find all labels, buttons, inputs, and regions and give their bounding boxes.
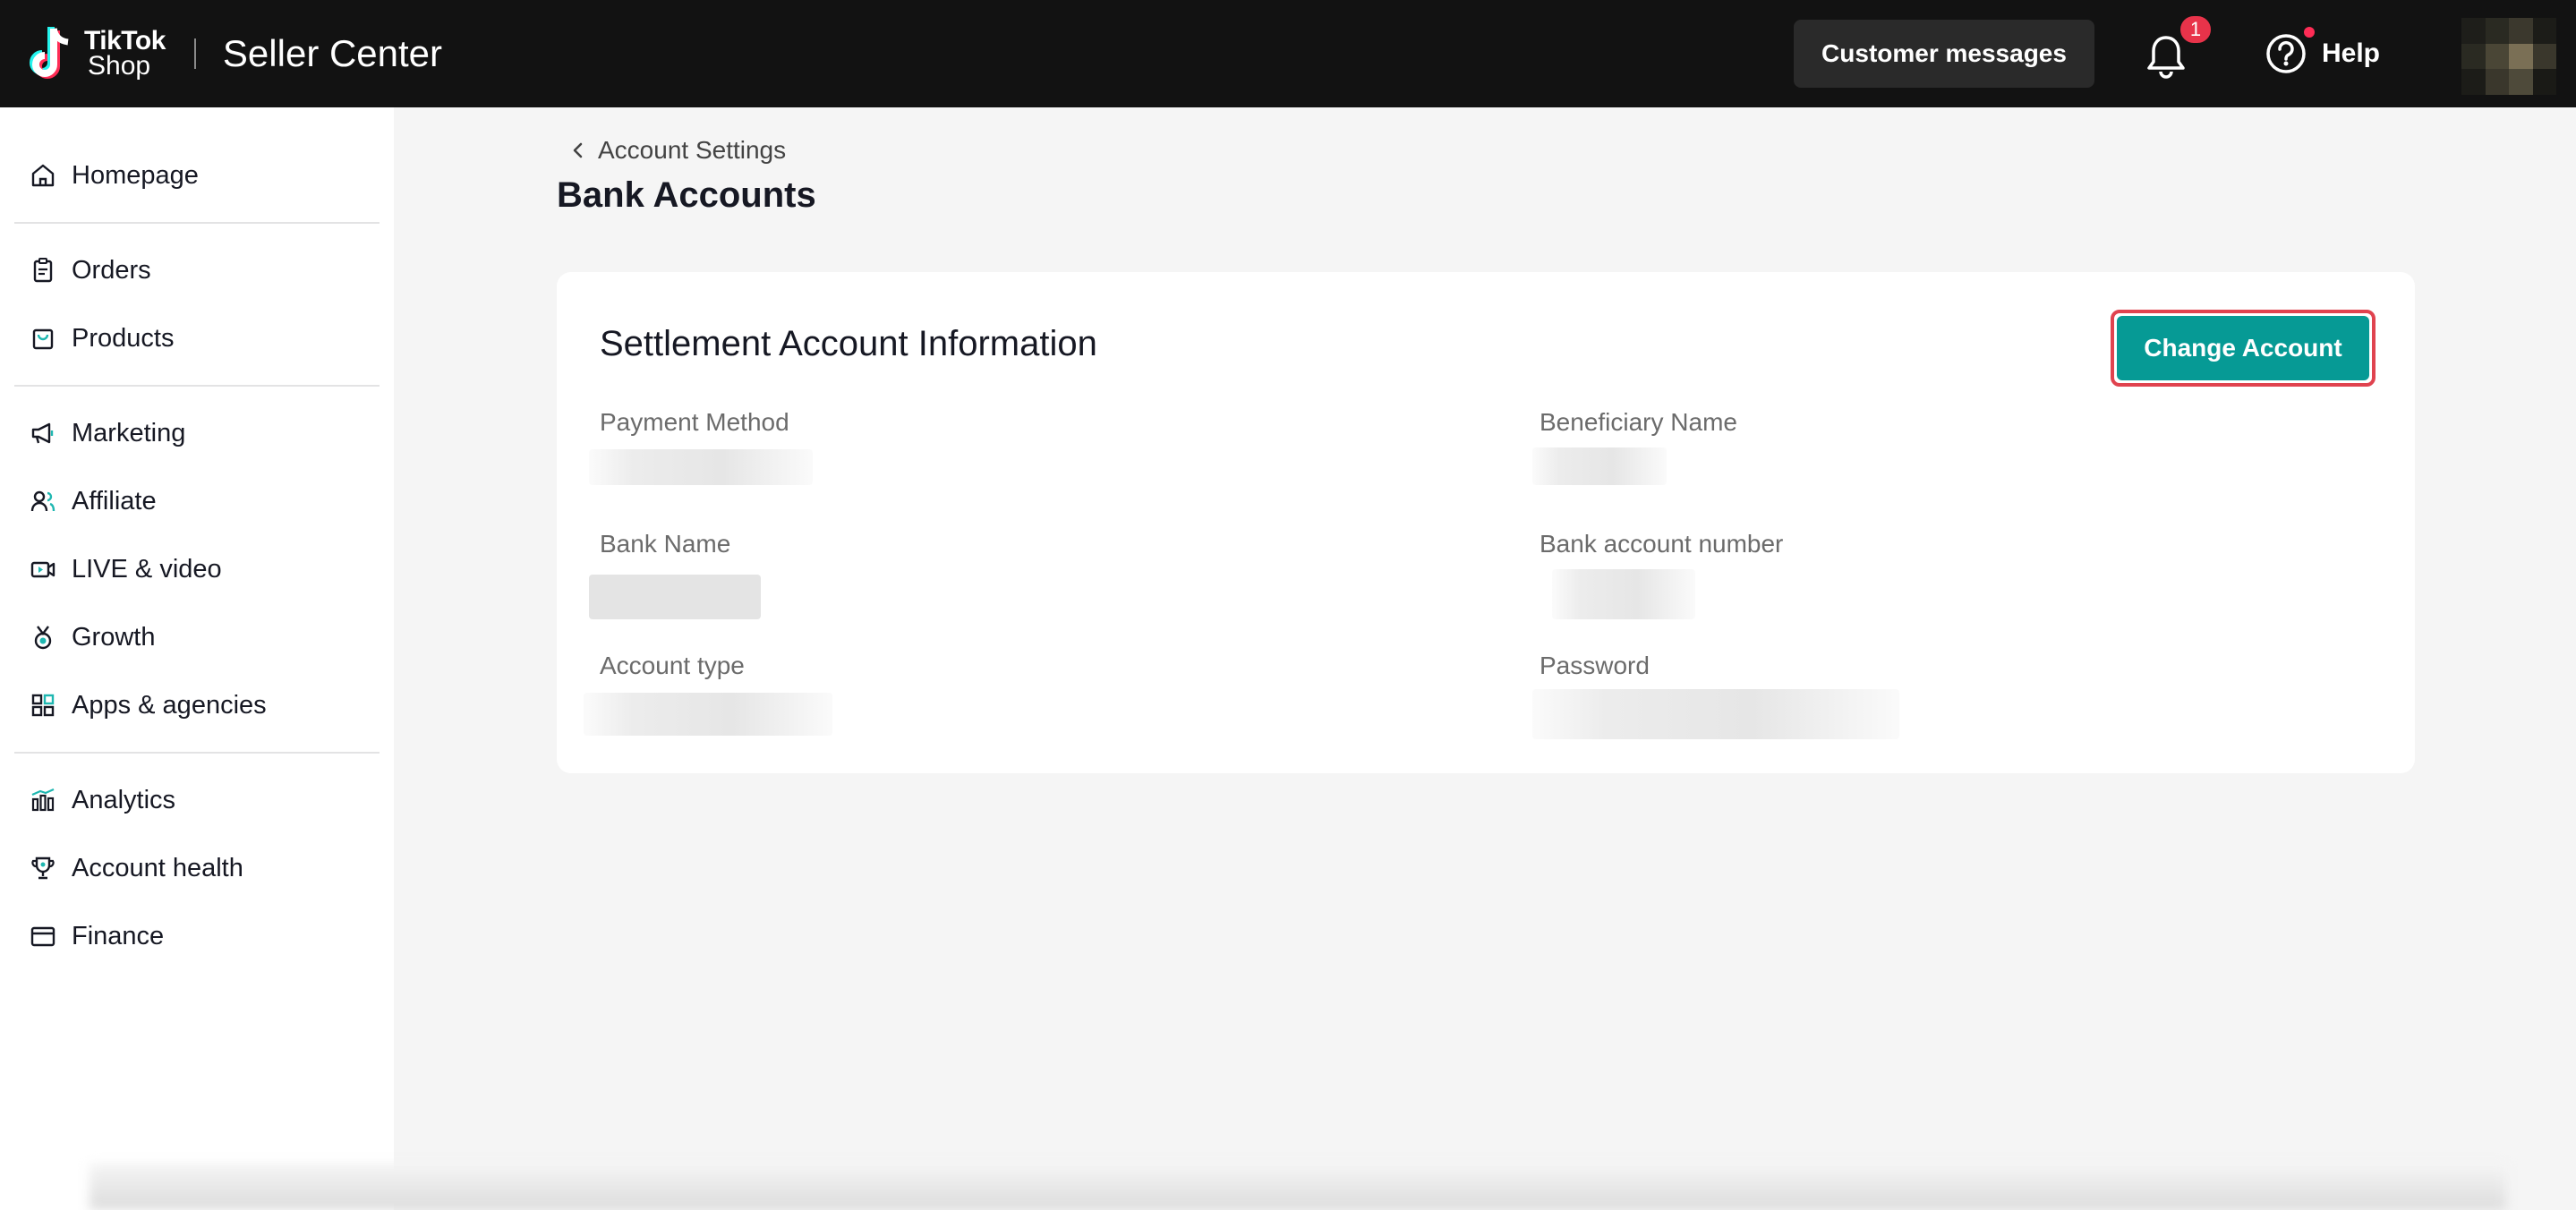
sidebar-item-products[interactable]: Products: [0, 304, 394, 372]
notifications-bell-icon[interactable]: [2145, 32, 2188, 81]
logo-line1: TikTok: [84, 26, 166, 55]
sidebar-divider: [14, 752, 380, 754]
account-type-value-redacted: [584, 693, 832, 736]
brand[interactable]: TikTok Shop Seller Center: [27, 0, 442, 107]
settlement-account-card: Settlement Account Information Change Ac…: [557, 272, 2415, 773]
sidebar-item-label: Account health: [72, 853, 243, 882]
help-circle-icon: [2265, 32, 2307, 75]
breadcrumb-back-label: Account Settings: [598, 136, 787, 164]
sidebar-item-label: Analytics: [72, 785, 176, 814]
bag-icon: [29, 324, 57, 353]
payment-method-value-redacted: [589, 449, 813, 485]
sidebar-item-label: LIVE & video: [72, 554, 222, 584]
card-title: Settlement Account Information: [600, 324, 1097, 363]
sidebar-item-label: Homepage: [72, 160, 199, 190]
logo-line2: Shop: [88, 51, 151, 81]
sidebar-item-live-video[interactable]: LIVE & video: [0, 535, 394, 603]
sidebar-item-affiliate[interactable]: Affiliate: [0, 467, 394, 535]
sidebar-item-analytics[interactable]: Analytics: [0, 766, 394, 834]
medal-icon: [29, 623, 57, 652]
sidebar-item-label: Finance: [72, 921, 165, 950]
help-button[interactable]: Help: [2265, 32, 2380, 75]
bank-account-number-label: Bank account number: [1540, 530, 1784, 558]
account-type-label: Account type: [600, 652, 745, 679]
breadcrumb[interactable]: Account Settings: [567, 136, 786, 165]
bottom-shadow: [90, 1163, 2506, 1210]
sidebar-item-label: Products: [72, 323, 175, 353]
help-label: Help: [2322, 38, 2381, 68]
payment-method-label: Payment Method: [600, 408, 789, 436]
bank-name-label: Bank Name: [600, 530, 731, 558]
bar-chart-icon: [29, 786, 57, 814]
sidebar-item-label: Apps & agencies: [72, 690, 267, 720]
tiktok-logo-icon: [27, 25, 77, 82]
help-red-dot: [2304, 27, 2315, 38]
sidebar-divider: [14, 385, 380, 387]
sidebar-item-apps-agencies[interactable]: Apps & agencies: [0, 671, 394, 739]
change-account-button-label: Change Account: [2117, 316, 2369, 380]
beneficiary-name-value-redacted: [1532, 447, 1667, 485]
users-icon: [29, 487, 57, 516]
change-account-button[interactable]: Change Account: [2111, 310, 2376, 387]
sidebar-item-marketing[interactable]: Marketing: [0, 399, 394, 467]
customer-messages-button[interactable]: Customer messages: [1794, 20, 2094, 88]
sidebar-item-label: Affiliate: [72, 486, 157, 516]
sidebar-item-homepage[interactable]: Homepage: [0, 141, 394, 209]
megaphone-icon: [29, 419, 57, 447]
brand-divider: [193, 38, 196, 69]
sidebar: Homepage Orders Products Marketing Affil…: [0, 107, 394, 1210]
notification-badge: 1: [2179, 14, 2213, 45]
page-title: Bank Accounts: [557, 175, 816, 215]
home-icon: [29, 161, 57, 190]
app-title: Seller Center: [222, 32, 443, 74]
sidebar-item-account-health[interactable]: Account health: [0, 834, 394, 902]
grid-icon: [29, 691, 57, 720]
beneficiary-name-label: Beneficiary Name: [1540, 408, 1737, 436]
sidebar-item-finance[interactable]: Finance: [0, 902, 394, 970]
clipboard-icon: [29, 256, 57, 285]
logo-text: TikTok Shop: [84, 26, 166, 81]
bank-name-value-redacted: [589, 575, 761, 619]
top-bar: TikTok Shop Seller Center Customer messa…: [0, 0, 2576, 107]
card-icon: [29, 922, 57, 950]
avatar[interactable]: [2461, 18, 2556, 95]
sidebar-item-growth[interactable]: Growth: [0, 603, 394, 671]
sidebar-item-label: Growth: [72, 622, 156, 652]
sidebar-divider: [14, 222, 380, 224]
video-icon: [29, 555, 57, 584]
sidebar-item-label: Marketing: [72, 418, 186, 447]
sidebar-item-label: Orders: [72, 255, 151, 285]
bank-account-number-value-redacted: [1552, 569, 1695, 619]
password-label: Password: [1540, 652, 1650, 679]
chevron-left-icon: [567, 137, 587, 164]
trophy-icon: [29, 854, 57, 882]
password-value-redacted: [1532, 689, 1899, 739]
sidebar-item-orders[interactable]: Orders: [0, 236, 394, 304]
